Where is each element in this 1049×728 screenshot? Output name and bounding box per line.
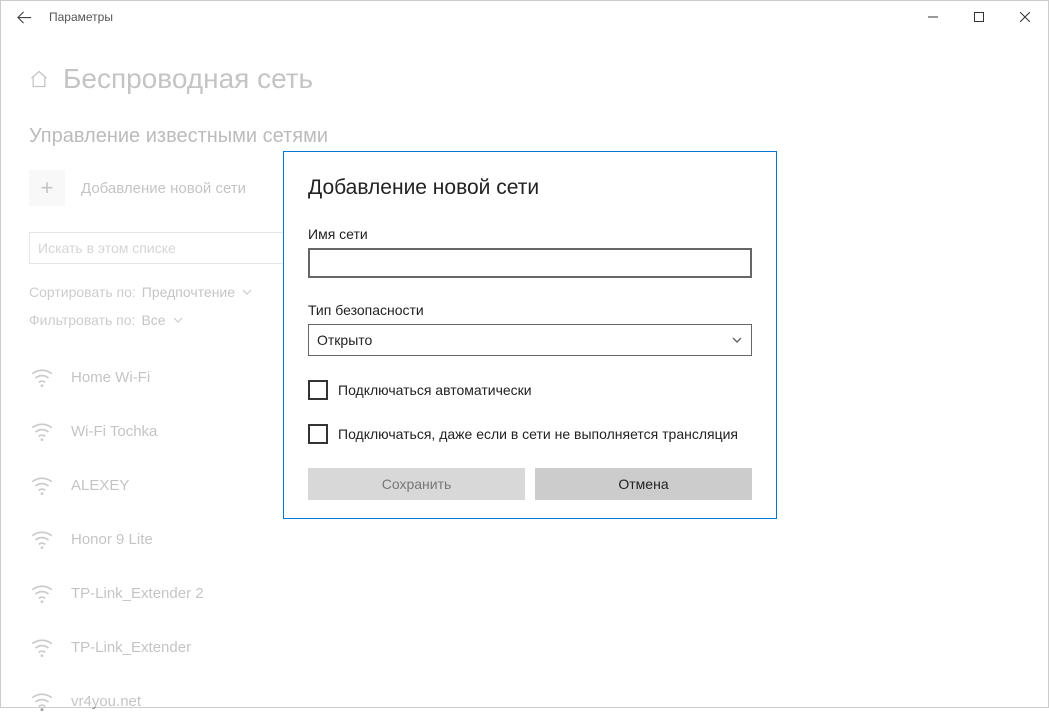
connect-auto-checkbox-row[interactable]: Подключаться автоматически [308, 380, 752, 400]
sort-label: Сортировать по: [29, 284, 136, 300]
cancel-button[interactable]: Отмена [535, 468, 752, 500]
network-name: TP-Link_Extender [71, 639, 191, 656]
network-name: Honor 9 Lite [71, 531, 153, 548]
connect-auto-checkbox[interactable] [308, 380, 328, 400]
wifi-icon [29, 634, 55, 660]
security-type-value: Открыто [317, 332, 372, 348]
chevron-down-icon [731, 334, 743, 346]
network-name: Home Wi-Fi [71, 369, 150, 386]
network-item[interactable]: TP-Link_Extender 2 [29, 566, 1020, 620]
close-button[interactable] [1002, 1, 1048, 33]
titlebar: Параметры [1, 1, 1048, 33]
window-title: Параметры [49, 10, 113, 24]
back-arrow-icon [17, 10, 32, 25]
page-title: Беспроводная сеть [63, 63, 313, 95]
connect-hidden-checkbox-row[interactable]: Подключаться, даже если в сети не выполн… [308, 424, 752, 444]
connect-auto-label: Подключаться автоматически [338, 382, 532, 398]
network-name: ALEXEY [71, 477, 129, 494]
security-type-select[interactable]: Открыто [308, 324, 752, 356]
wifi-icon [29, 364, 55, 390]
sort-value: Предпочтение [142, 284, 235, 300]
chevron-down-icon [241, 286, 253, 298]
security-type-label: Тип безопасности [308, 302, 752, 318]
wifi-icon [29, 580, 55, 606]
network-item[interactable]: TP-Link_Extender [29, 620, 1020, 674]
network-item[interactable]: vr4you.net [29, 674, 1020, 728]
network-name: TP-Link_Extender 2 [71, 585, 204, 602]
back-button[interactable] [5, 1, 43, 33]
chevron-down-icon [172, 314, 184, 326]
minimize-icon [928, 12, 938, 22]
close-icon [1020, 12, 1030, 22]
add-network-label: Добавление новой сети [81, 180, 246, 197]
minimize-button[interactable] [910, 1, 956, 33]
save-button[interactable]: Сохранить [308, 468, 525, 500]
network-name: Wi-Fi Tochka [71, 423, 157, 440]
network-name-input[interactable] [308, 248, 752, 278]
wifi-icon [29, 688, 55, 714]
connect-hidden-label: Подключаться, даже если в сети не выполн… [338, 426, 738, 442]
filter-value: Все [141, 312, 165, 328]
dialog-title: Добавление новой сети [308, 176, 752, 200]
maximize-button[interactable] [956, 1, 1002, 33]
add-network-dialog: Добавление новой сети Имя сети Тип безоп… [283, 151, 777, 519]
network-name-label: Имя сети [308, 226, 752, 242]
home-icon [29, 69, 49, 89]
plus-icon: + [29, 170, 65, 206]
wifi-icon [29, 526, 55, 552]
section-title: Управление известными сетями [29, 125, 1020, 148]
connect-hidden-checkbox[interactable] [308, 424, 328, 444]
filter-label: Фильтровать по: [29, 312, 135, 328]
network-name: vr4you.net [71, 693, 141, 710]
wifi-icon [29, 472, 55, 498]
network-item[interactable]: Honor 9 Lite [29, 512, 1020, 566]
maximize-icon [974, 12, 984, 22]
wifi-icon [29, 418, 55, 444]
